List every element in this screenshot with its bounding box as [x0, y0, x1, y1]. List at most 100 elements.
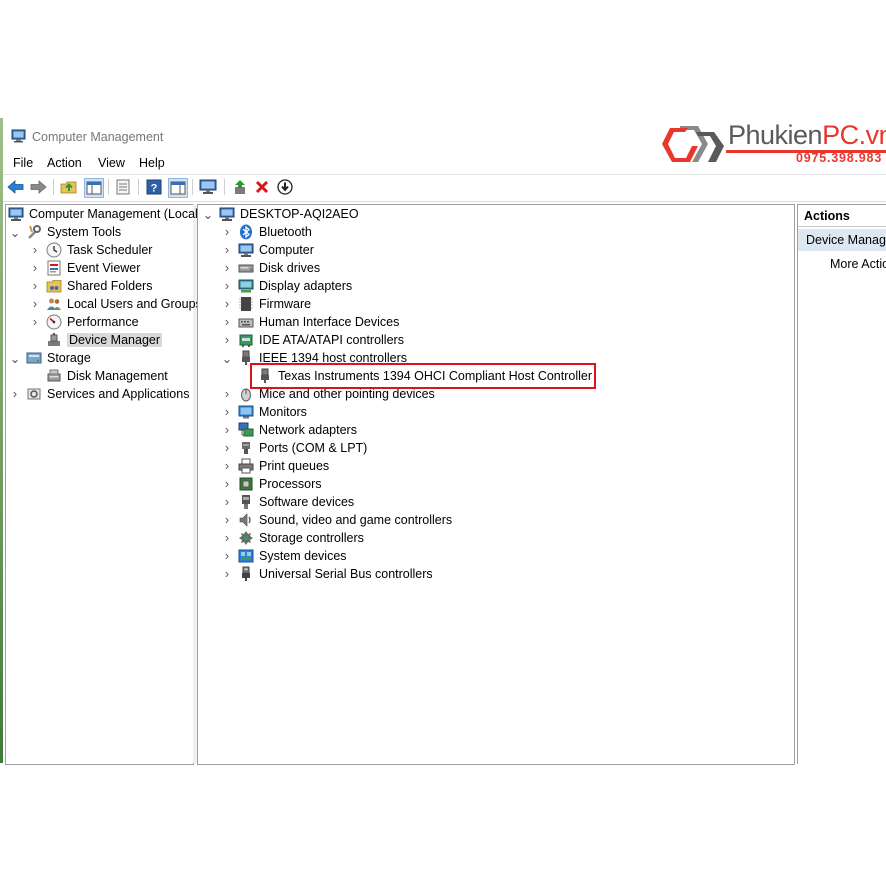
- tree-item-shared-folders[interactable]: › Shared Folders: [30, 277, 153, 295]
- disable-device-icon[interactable]: [276, 178, 294, 196]
- chevron-right-icon[interactable]: ›: [222, 261, 232, 275]
- properties-icon[interactable]: [114, 178, 132, 196]
- chevron-right-icon[interactable]: ›: [222, 297, 232, 311]
- device-category-bluetooth[interactable]: › Bluetooth: [222, 223, 312, 241]
- forward-arrow-icon[interactable]: [29, 178, 47, 196]
- device-category-processors[interactable]: › Processors: [222, 475, 322, 493]
- chevron-right-icon[interactable]: ›: [222, 387, 232, 401]
- device-category-firmware[interactable]: › Firmware: [222, 295, 311, 313]
- tree-item-event-viewer[interactable]: › Event Viewer: [30, 259, 140, 277]
- tree-label: Shared Folders: [67, 279, 153, 293]
- device-category-print-queues[interactable]: › Print queues: [222, 457, 329, 475]
- chevron-right-icon[interactable]: ›: [30, 279, 40, 293]
- network-adapter-icon: [238, 422, 254, 438]
- device-tree-label: Computer: [259, 243, 314, 257]
- brand-part1: Phukien: [728, 120, 823, 150]
- device-category-disk-drives[interactable]: › Disk drives: [222, 259, 320, 277]
- device-category-display-adapters[interactable]: › Display adapters: [222, 277, 352, 295]
- tools-icon: [26, 224, 42, 240]
- chevron-right-icon[interactable]: ›: [222, 459, 232, 473]
- chevron-right-icon[interactable]: ›: [222, 225, 232, 239]
- chevron-right-icon[interactable]: ›: [30, 315, 40, 329]
- tree-label: Event Viewer: [67, 261, 141, 275]
- chevron-right-icon[interactable]: ›: [222, 513, 232, 527]
- back-arrow-icon[interactable]: [7, 178, 25, 196]
- chevron-right-icon[interactable]: ›: [222, 243, 232, 257]
- tree-item-task-scheduler[interactable]: › Task Scheduler: [30, 241, 152, 259]
- device-category-software-devices[interactable]: › Software devices: [222, 493, 354, 511]
- actions-header-label: Actions: [804, 209, 850, 223]
- chevron-right-icon[interactable]: ›: [222, 441, 232, 455]
- help-icon[interactable]: ?: [145, 178, 163, 196]
- chevron-right-icon[interactable]: ›: [30, 243, 40, 257]
- chevron-right-icon[interactable]: ›: [222, 531, 232, 545]
- tree-item-system-tools[interactable]: ⌄ System Tools: [10, 223, 121, 241]
- chevron-right-icon[interactable]: ›: [222, 477, 232, 491]
- menu-view[interactable]: View: [98, 156, 125, 170]
- chevron-down-icon[interactable]: ⌄: [10, 352, 20, 366]
- desktop-background-edge: [0, 118, 3, 763]
- chevron-right-icon[interactable]: ›: [222, 405, 232, 419]
- menu-action[interactable]: Action: [47, 156, 82, 170]
- chevron-right-icon[interactable]: ›: [30, 297, 40, 311]
- tree-label: Task Scheduler: [67, 243, 153, 257]
- chevron-down-icon[interactable]: ⌄: [222, 352, 232, 366]
- device-category-sound-video-and-game-controllers[interactable]: › Sound, video and game controllers: [222, 511, 452, 529]
- device-tree-label: Software devices: [259, 495, 355, 509]
- processor-icon: [238, 476, 254, 492]
- chevron-right-icon[interactable]: ›: [10, 387, 20, 401]
- monitor-icon[interactable]: [199, 178, 217, 196]
- menu-file[interactable]: File: [13, 156, 33, 170]
- toolbar-separator: [192, 179, 193, 195]
- chevron-right-icon[interactable]: ›: [222, 423, 232, 437]
- toolbar-separator: [53, 179, 54, 195]
- chevron-down-icon[interactable]: ⌄: [10, 226, 20, 240]
- chevron-down-icon[interactable]: ⌄: [203, 208, 213, 222]
- device-tree-label: Human Interface Devices: [259, 315, 400, 329]
- computer-icon: [219, 206, 235, 222]
- device-category-network-adapters[interactable]: › Network adapters: [222, 421, 357, 439]
- update-driver-icon[interactable]: [231, 178, 249, 196]
- actions-pane: [797, 204, 886, 764]
- device-tree-root[interactable]: ⌄ DESKTOP-AQI2AEO: [203, 205, 359, 223]
- more-actions-link[interactable]: More Actio: [830, 257, 886, 271]
- tree-item-disk-management[interactable]: Disk Management: [46, 367, 168, 385]
- device-category-ide-ata-atapi-controllers[interactable]: › IDE ATA/ATAPI controllers: [222, 331, 404, 349]
- tree-item-device-manager[interactable]: Device Manager: [46, 331, 163, 349]
- tree-item-services-applications[interactable]: › Services and Applications: [10, 385, 190, 403]
- actions-header: Actions: [798, 206, 886, 227]
- tree-item-local-users[interactable]: › Local Users and Groups: [30, 295, 202, 313]
- chevron-right-icon[interactable]: ›: [222, 549, 232, 563]
- chevron-right-icon[interactable]: ›: [222, 315, 232, 329]
- tree-item-storage[interactable]: ⌄ Storage: [10, 349, 91, 367]
- device-tree-label: System devices: [259, 549, 347, 563]
- device-category-storage-controllers[interactable]: › Storage controllers: [222, 529, 364, 547]
- chevron-right-icon[interactable]: ›: [222, 279, 232, 293]
- tree-item-performance[interactable]: › Performance: [30, 313, 139, 331]
- menu-help[interactable]: Help: [139, 156, 165, 170]
- chevron-right-icon[interactable]: ›: [30, 261, 40, 275]
- device-category-system-devices[interactable]: › System devices: [222, 547, 347, 565]
- device-tree-label: Firmware: [259, 297, 312, 311]
- tree-root-computer-management[interactable]: Computer Management (Local: [8, 205, 198, 223]
- device-tree-label: Monitors: [259, 405, 307, 419]
- actions-section-device-manager[interactable]: Device Manage: [798, 229, 886, 251]
- chevron-right-icon[interactable]: ›: [222, 495, 232, 509]
- tree-label: Services and Applications: [47, 387, 190, 401]
- device-category-human-interface-devices[interactable]: › Human Interface Devices: [222, 313, 399, 331]
- show-tree-icon[interactable]: [84, 178, 104, 198]
- device-tree-label: Disk drives: [259, 261, 321, 275]
- device-category-ports-com-lpt[interactable]: › Ports (COM & LPT): [222, 439, 367, 457]
- up-folder-icon[interactable]: [60, 178, 78, 196]
- computer-management-app-icon: [11, 129, 26, 143]
- device-category-universal-serial-bus-controllers[interactable]: › Universal Serial Bus controllers: [222, 565, 433, 583]
- device-category-monitors[interactable]: › Monitors: [222, 403, 307, 421]
- chevron-right-icon[interactable]: ›: [222, 567, 232, 581]
- show-action-pane-icon[interactable]: [168, 178, 188, 198]
- device-category-computer[interactable]: › Computer: [222, 241, 314, 259]
- device-tree-label: Processors: [259, 477, 322, 491]
- uninstall-icon[interactable]: [253, 178, 271, 196]
- services-icon: [26, 386, 42, 402]
- chevron-right-icon[interactable]: ›: [222, 333, 232, 347]
- software-device-icon: [238, 494, 254, 510]
